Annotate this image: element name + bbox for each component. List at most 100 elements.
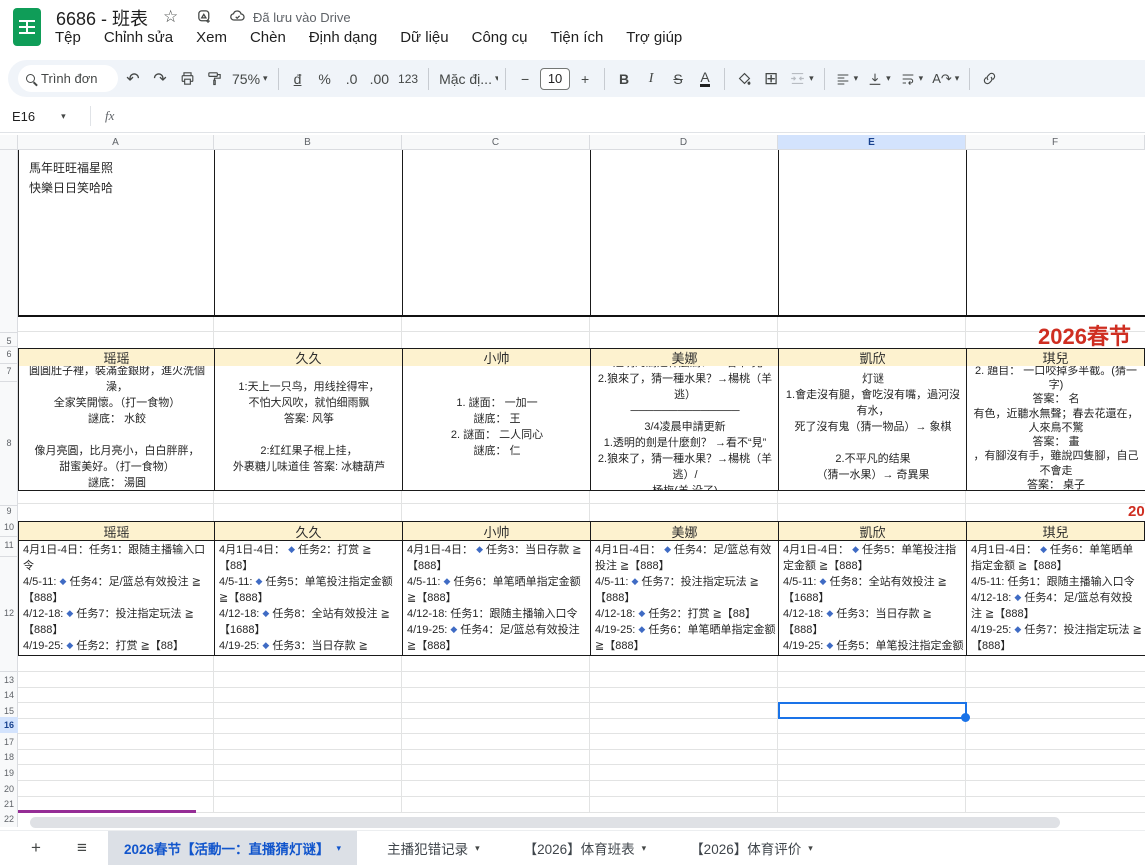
currency-format-button[interactable]: đ bbox=[286, 66, 310, 92]
cell-a4-banner[interactable]: 馬年旺旺福星照 快樂日日笑哈哈 bbox=[18, 150, 214, 317]
column-header-a[interactable]: A bbox=[18, 135, 214, 150]
table2-header-meina[interactable]: 美娜 bbox=[590, 521, 779, 541]
menu-insert[interactable]: Chèn bbox=[250, 29, 286, 46]
row-header-21[interactable]: 21 bbox=[0, 799, 18, 809]
row-header-20[interactable]: 20 bbox=[0, 784, 18, 794]
star-icon[interactable]: ☆ bbox=[163, 7, 178, 27]
tab-2026-sports-schedule[interactable]: 【2026】体育班表 ▾ bbox=[508, 831, 663, 865]
menu-data[interactable]: Dữ liệu bbox=[400, 29, 448, 46]
text-rotation-button[interactable]: A↷ bbox=[929, 66, 962, 92]
cell-f4[interactable] bbox=[966, 150, 1145, 317]
more-formats-button[interactable]: 123 bbox=[395, 66, 421, 92]
text-color-button[interactable]: A bbox=[693, 66, 717, 92]
cell-a12-tasks[interactable]: 4月1日-4日：任务1：跟随主播输入口令 4/5-11: ◆ 任务4：足/篮总有… bbox=[18, 541, 215, 656]
table2-header-qier[interactable]: 琪兒 bbox=[966, 521, 1145, 541]
cell-b8-riddle[interactable]: 1:天上一只鸟，用线拴得牢， 不怕大风吹，就怕细雨飘 答案: 风筝 2:红红果子… bbox=[214, 366, 403, 491]
row-header-13[interactable]: 13 bbox=[0, 675, 18, 685]
strikethrough-button[interactable]: S bbox=[666, 66, 690, 92]
menu-view[interactable]: Xem bbox=[196, 29, 227, 46]
percent-format-button[interactable]: % bbox=[313, 66, 337, 92]
zoom-select[interactable]: 75% bbox=[229, 66, 271, 92]
fill-handle[interactable] bbox=[961, 713, 970, 722]
row-header-12[interactable]: 12 bbox=[0, 608, 18, 618]
table1-header-kaixin[interactable]: 凱欣 bbox=[778, 348, 967, 367]
font-size-input[interactable]: 10 bbox=[540, 68, 570, 90]
row-header-6[interactable]: 6 bbox=[0, 349, 18, 359]
badge-move-icon[interactable] bbox=[196, 8, 213, 30]
row-header-14[interactable]: 14 bbox=[0, 690, 18, 700]
search-menus-button[interactable]: Trình đơn bbox=[18, 65, 118, 92]
add-sheet-button[interactable]: + bbox=[24, 836, 48, 860]
italic-button[interactable]: I bbox=[639, 66, 663, 92]
redo-button[interactable]: ↷ bbox=[148, 66, 172, 92]
tab-dropdown-arrow-icon[interactable]: ▾ bbox=[642, 843, 647, 854]
fill-color-button[interactable] bbox=[732, 66, 756, 92]
table2-header-yaoyao[interactable]: 瑶瑶 bbox=[18, 521, 215, 541]
name-box[interactable]: E16 ▾ bbox=[0, 109, 90, 124]
print-button[interactable] bbox=[175, 66, 199, 92]
row-header-22[interactable]: 22 bbox=[0, 814, 18, 824]
cell-d8-riddle[interactable]: 1.透明的劍是什麼劍？ →看不“見” 2.狼來了，猜一種水果？→楊桃（羊逃） ─… bbox=[590, 366, 779, 491]
cloud-saved-icon[interactable] bbox=[228, 8, 247, 30]
bold-button[interactable]: B bbox=[612, 66, 636, 92]
table2-header-jiujiu[interactable]: 久久 bbox=[214, 521, 403, 541]
column-header-f[interactable]: F bbox=[966, 135, 1145, 150]
merge-cells-button[interactable] bbox=[786, 66, 817, 92]
undo-button[interactable]: ↶ bbox=[121, 66, 145, 92]
corner-box[interactable] bbox=[0, 135, 18, 150]
row-header-18[interactable]: 18 bbox=[0, 752, 18, 762]
cell-f8-riddle[interactable]: 畫時圓，寫時方；冬時短，夏時長。(猜一字) 答案： 日 2. 題目： 一口咬掉多… bbox=[966, 366, 1145, 491]
column-header-b[interactable]: B bbox=[214, 135, 402, 150]
cell-e4[interactable] bbox=[778, 150, 966, 317]
menu-edit[interactable]: Chỉnh sửa bbox=[104, 29, 173, 46]
row-header-16[interactable]: 16 bbox=[0, 717, 18, 733]
cell-d4[interactable] bbox=[590, 150, 778, 317]
cell-a8-riddle[interactable]: 圓圓肚子裡，裝滿金銀財，進火洗個澡， 全家笑開懷。（打一食物） 謎底： 水餃 像… bbox=[18, 366, 215, 491]
tab-2026-sports-review[interactable]: 【2026】体育评价 ▾ bbox=[674, 831, 829, 865]
selected-cell-e16[interactable] bbox=[778, 702, 967, 719]
table1-header-qier[interactable]: 琪兒 bbox=[966, 348, 1145, 367]
document-title[interactable]: 6686 - 班表 bbox=[56, 5, 148, 31]
namebox-dropdown-arrow-icon[interactable]: ▾ bbox=[61, 111, 66, 122]
horizontal-align-button[interactable] bbox=[832, 66, 862, 92]
cell-b12-tasks[interactable]: 4月1日-4日： ◆ 任务2：打赏 ≧【88】 4/5-11: ◆ 任务5：单笔… bbox=[214, 541, 403, 656]
table1-header-xiaoshuai[interactable]: 小帅 bbox=[402, 348, 591, 367]
tab-dropdown-arrow-icon[interactable]: ▾ bbox=[475, 843, 480, 854]
row-header-17[interactable]: 17 bbox=[0, 737, 18, 747]
table1-header-meina[interactable]: 美娜 bbox=[590, 348, 779, 367]
cell-e12-tasks[interactable]: 4月1日-4日： ◆ 任务5：单笔投注指定金额 ≧【888】 4/5-11: ◆… bbox=[778, 541, 967, 656]
font-select[interactable]: Mặc đị... bbox=[436, 66, 498, 92]
row-header-15[interactable]: 15 bbox=[0, 706, 18, 716]
row-header-8[interactable]: 8 bbox=[0, 438, 18, 448]
increase-decimal-button[interactable]: .00 bbox=[367, 66, 392, 92]
menu-file[interactable]: Tệp bbox=[55, 29, 81, 46]
menu-extensions[interactable]: Tiện ích bbox=[550, 29, 603, 46]
menu-tools[interactable]: Công cụ bbox=[472, 29, 528, 46]
tab-2026-spring-festival[interactable]: 2026春节【活動一：直播猜灯谜】 ▾ bbox=[108, 831, 357, 865]
tab-host-error-log[interactable]: 主播犯错记录 ▾ bbox=[371, 831, 496, 865]
table2-header-kaixin[interactable]: 凱欣 bbox=[778, 521, 967, 541]
decrease-decimal-button[interactable]: .0 bbox=[340, 66, 364, 92]
vertical-align-button[interactable] bbox=[864, 66, 894, 92]
row-header-19[interactable]: 19 bbox=[0, 768, 18, 778]
text-wrap-button[interactable] bbox=[897, 66, 927, 92]
table1-header-yaoyao[interactable]: 瑶瑶 bbox=[18, 348, 215, 367]
sheets-logo-icon[interactable] bbox=[13, 8, 41, 46]
column-header-d[interactable]: D bbox=[590, 135, 778, 150]
formula-input[interactable] bbox=[114, 100, 1145, 132]
increase-font-size-button[interactable]: + bbox=[573, 66, 597, 92]
paint-format-button[interactable] bbox=[202, 66, 226, 92]
cell-b4[interactable] bbox=[214, 150, 402, 317]
row-header-7[interactable]: 7 bbox=[0, 366, 18, 376]
saved-status[interactable]: Đã lưu vào Drive bbox=[253, 10, 351, 25]
decrease-font-size-button[interactable]: − bbox=[513, 66, 537, 92]
row-header-5[interactable]: 5 bbox=[0, 336, 18, 346]
borders-button[interactable]: ⊞ bbox=[759, 66, 783, 92]
row-header-10[interactable]: 10 bbox=[0, 522, 18, 532]
menu-format[interactable]: Định dạng bbox=[309, 29, 377, 46]
tab-dropdown-arrow-icon[interactable]: ▾ bbox=[337, 843, 342, 854]
cell-c12-tasks[interactable]: 4月1日-4日： ◆ 任务3：当日存款 ≧【888】 4/5-11: ◆ 任务6… bbox=[402, 541, 591, 656]
menu-help[interactable]: Trợ giúp bbox=[626, 29, 682, 46]
cell-c4[interactable] bbox=[402, 150, 590, 317]
cell-c8-riddle[interactable]: 1. 謎面： 一加一 謎底： 王 2. 謎面： 二人同心 謎底： 仁 bbox=[402, 366, 591, 491]
